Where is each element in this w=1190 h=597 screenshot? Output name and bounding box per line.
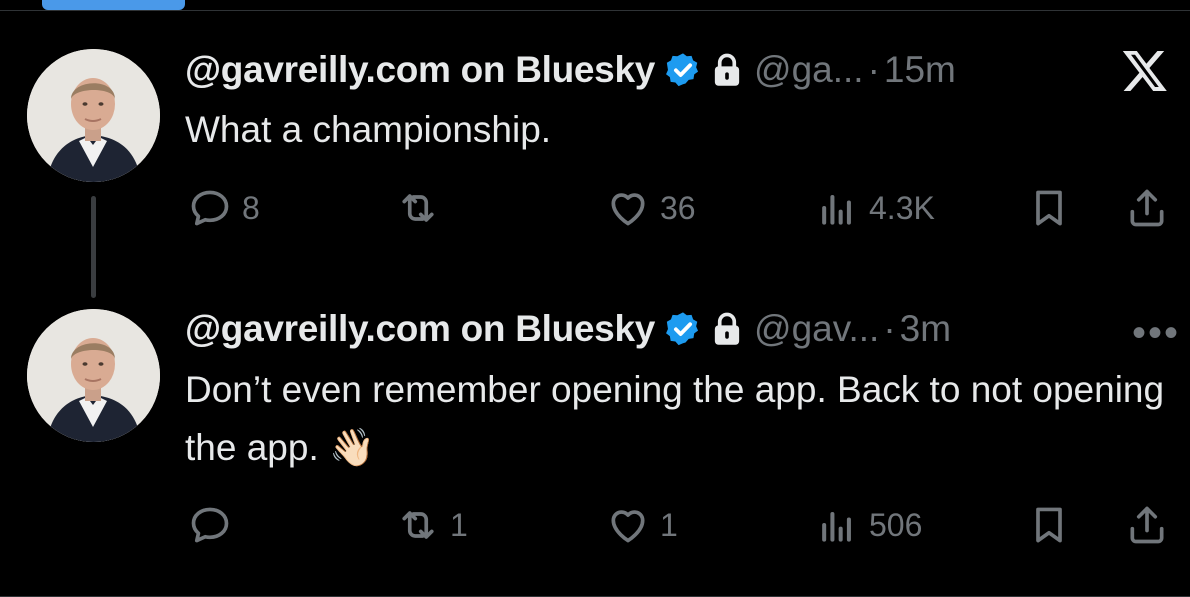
like-button[interactable]: 1	[606, 500, 678, 550]
share-button[interactable]	[1125, 500, 1169, 550]
action-bar: 8 36 4.3K	[0, 183, 1190, 233]
timestamp[interactable]: 15m	[884, 49, 956, 91]
like-count: 36	[660, 189, 696, 226]
views-chart-icon	[822, 511, 851, 542]
reply-icon	[191, 507, 229, 543]
tweet-header: @gavreilly.com on Bluesky @gav... · 3m	[185, 304, 1175, 354]
views-chart-icon	[822, 194, 851, 225]
action-bar: 1 1 506	[0, 500, 1190, 550]
views-button[interactable]: 4.3K	[815, 183, 935, 233]
avatar[interactable]	[27, 49, 160, 182]
more-options-icon[interactable]: •••	[1132, 313, 1180, 353]
lock-icon	[714, 312, 740, 345]
repost-count: 1	[450, 506, 468, 543]
repost-icon	[402, 194, 434, 222]
like-count: 1	[660, 506, 678, 543]
tab-indicator	[42, 0, 185, 10]
view-count: 4.3K	[869, 189, 935, 226]
separator-dot: ·	[867, 49, 880, 90]
reply-count: 8	[242, 189, 260, 226]
heart-icon	[611, 510, 645, 543]
avatar[interactable]	[27, 309, 160, 442]
timestamp[interactable]: 3m	[900, 308, 951, 350]
verified-badge-icon[interactable]	[664, 51, 702, 89]
bookmark-button[interactable]	[1027, 183, 1071, 233]
heart-icon	[611, 193, 645, 226]
share-icon	[1130, 189, 1164, 227]
bookmark-icon	[1036, 507, 1062, 543]
repost-button[interactable]	[396, 183, 450, 233]
divider	[0, 10, 1190, 11]
x-logo-icon	[1122, 51, 1167, 91]
repost-button[interactable]: 1	[396, 500, 468, 550]
tweet-header: @gavreilly.com on Bluesky @ga... · 15m	[185, 45, 1175, 95]
reply-button[interactable]	[188, 500, 242, 550]
bookmark-icon	[1036, 190, 1062, 226]
like-button[interactable]: 36	[606, 183, 696, 233]
share-icon	[1130, 506, 1164, 544]
verified-badge-icon[interactable]	[664, 310, 702, 348]
view-count: 506	[869, 506, 923, 543]
bookmark-button[interactable]	[1027, 500, 1071, 550]
tweet-text: What a championship.	[185, 109, 552, 150]
author-handle[interactable]: @ga...	[754, 49, 864, 91]
views-button[interactable]: 506	[815, 500, 922, 550]
repost-icon	[402, 511, 434, 539]
reply-icon	[191, 190, 229, 226]
author-name[interactable]: @gavreilly.com on Bluesky	[185, 49, 655, 91]
author-name[interactable]: @gavreilly.com on Bluesky	[185, 308, 655, 350]
reply-button[interactable]: 8	[188, 183, 260, 233]
share-button[interactable]	[1125, 183, 1169, 233]
tweet-text: Don’t even remember opening the app. Bac…	[185, 369, 1165, 468]
author-handle[interactable]: @gav...	[754, 308, 879, 350]
separator-dot: ·	[883, 308, 896, 349]
lock-icon	[714, 53, 740, 86]
